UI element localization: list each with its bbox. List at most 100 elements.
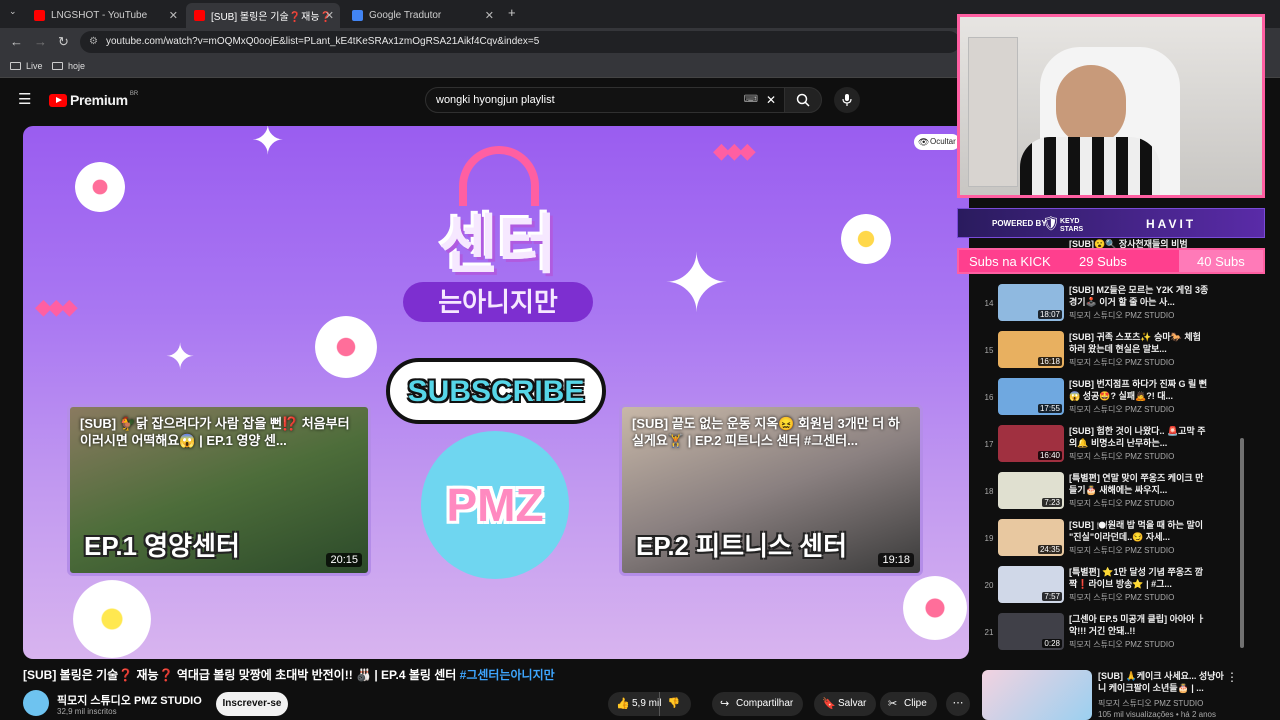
playlist-item-channel: 픽모지 스튜디오 PMZ STUDIO bbox=[1069, 452, 1175, 461]
close-tab-icon[interactable]: ✕ bbox=[485, 9, 494, 22]
share-button[interactable]: ↪ Compartilhar bbox=[712, 692, 804, 716]
playlist-item-title: [SUB] 험한 것이 나왔다.. 🚨고막 주의🔔 비명소리 난무하는... bbox=[1069, 426, 1206, 448]
microphone-icon bbox=[842, 94, 852, 106]
video-hashtag[interactable]: #그센터는아니지만 bbox=[460, 668, 555, 682]
channel-avatar[interactable] bbox=[23, 690, 49, 716]
webcam-shirt bbox=[1020, 137, 1160, 195]
save-button[interactable]: 🔖 Salvar bbox=[814, 692, 877, 716]
dislike-icon[interactable]: 👎 bbox=[659, 692, 687, 716]
playlist-thumbnail[interactable]: 16:40 bbox=[998, 425, 1064, 462]
folder-icon bbox=[10, 62, 21, 70]
url-field[interactable]: ⚙ youtube.com/watch?v=mOQMxQ0oojE&list=P… bbox=[80, 31, 960, 53]
playlist-item-channel: 픽모지 스튜디오 PMZ STUDIO bbox=[1069, 405, 1175, 414]
playlist-item-channel: 픽모지 스튜디오 PMZ STUDIO bbox=[1069, 311, 1175, 320]
like-button[interactable]: 👍 5,9 mil 👎 bbox=[608, 692, 692, 716]
playlist-scrollbar[interactable] bbox=[1240, 438, 1244, 648]
recommended-thumbnail[interactable] bbox=[982, 670, 1092, 720]
video-title-text: [SUB] 볼링은 기술❓ 재능❓ 역대급 볼링 맞짱에 초대박 반전이!! 🎳… bbox=[23, 668, 457, 682]
playlist-item-channel: 픽모지 스튜디오 PMZ STUDIO bbox=[1069, 546, 1175, 555]
subscribe-end-text: SUBSCRIBE bbox=[407, 375, 585, 408]
show-logo: 센터 는아니지만 bbox=[393, 146, 603, 346]
playlist-item[interactable]: 20 7:57 [특별편] ⭐1만 달성 기념 쭈옹즈 깜짝❗라이브 방송⭐ | #… bbox=[982, 566, 1240, 610]
bookmark-hoje[interactable]: hoje bbox=[52, 61, 85, 71]
sparkle-icon: ✦ bbox=[165, 336, 196, 377]
playlist-thumbnail[interactable]: 16:18 bbox=[998, 331, 1064, 368]
menu-icon[interactable]: ☰ bbox=[18, 90, 31, 108]
video-player[interactable]: ✦ ✦ ✦ ◆◆◆ ◆◆◆ 센터 는아니지만 SUBSCRIBE PMZ [SU… bbox=[23, 126, 969, 659]
keyboard-icon[interactable]: ⌨ bbox=[744, 88, 758, 112]
playlist-thumbnail[interactable]: 7:23 bbox=[998, 472, 1064, 509]
playlist-item[interactable]: 15 16:18 [SUB] 귀족 스포츠✨ 승마🐎 체험하러 왔는데 현실은 말보… bbox=[982, 331, 1240, 375]
clear-search-icon[interactable]: ✕ bbox=[766, 88, 776, 112]
translate-favicon-icon bbox=[352, 10, 363, 21]
playlist-index: 15 bbox=[984, 346, 994, 355]
end-card-episode: EP.1 영양센터 bbox=[84, 531, 240, 561]
forward-icon[interactable]: → bbox=[34, 34, 47, 49]
playlist-duration: 7:23 bbox=[1042, 498, 1062, 507]
site-info-icon[interactable]: ⚙ bbox=[89, 31, 98, 53]
flower-decoration-icon bbox=[73, 580, 151, 658]
kick-subs-goal-bar: Subs na KICK 29 Subs 40 Subs bbox=[957, 248, 1265, 274]
reload-icon[interactable]: ↻ bbox=[58, 34, 69, 50]
playlist-duration: 16:18 bbox=[1037, 357, 1062, 366]
webcam-overlay bbox=[957, 14, 1265, 198]
more-vert-icon[interactable]: ⋮ bbox=[1226, 670, 1238, 684]
back-icon[interactable]: ← bbox=[10, 34, 23, 49]
folder-icon bbox=[52, 62, 63, 70]
tab-current-video[interactable]: [SUB] 볼링은 기술❓재능❓역대 ✕ bbox=[186, 3, 340, 28]
playlist-item[interactable]: 16 17:55 [SUB] 번지점프 하다가 진짜 G 릴 뻔😱 성공🤩? 실패🙇… bbox=[982, 378, 1240, 422]
channel-end-avatar[interactable]: PMZ bbox=[421, 431, 569, 579]
playlist-item-channel: 픽모지 스튜디오 PMZ STUDIO bbox=[1069, 499, 1175, 508]
playlist-thumbnail[interactable]: 18:07 bbox=[998, 284, 1064, 321]
youtube-header: ☰ Premium BR wongki hyongjun playlist ⌨ … bbox=[0, 80, 960, 120]
tab-label: [SUB] 볼링은 기술❓재능❓역대 bbox=[211, 12, 329, 23]
more-icon: ⋯ bbox=[952, 697, 964, 709]
clip-button[interactable]: ✂ Clipe bbox=[880, 692, 937, 716]
like-count: 5,9 mil bbox=[632, 698, 662, 709]
flower-decoration-icon bbox=[75, 162, 125, 212]
hide-end-screen-button[interactable]: 👁 Ocultar bbox=[914, 134, 960, 150]
channel-name[interactable]: 픽모지 스튜디오 PMZ STUDIO bbox=[57, 692, 202, 708]
playlist-thumbnail[interactable]: 24:35 bbox=[998, 519, 1064, 556]
subscribe-button[interactable]: Inscrever-se bbox=[216, 692, 288, 716]
tab-google-tradutor[interactable]: Google Tradutor ✕ bbox=[344, 3, 500, 28]
playlist-item[interactable]: 17 16:40 [SUB] 험한 것이 나왔다.. 🚨고막 주의🔔 비명소리 난무… bbox=[982, 425, 1240, 469]
share-icon: ↪ bbox=[720, 698, 730, 710]
youtube-logo[interactable]: Premium BR bbox=[49, 91, 138, 108]
tab-search-icon[interactable]: ⌄ bbox=[9, 6, 17, 17]
playlist-thumbnail[interactable]: 7:57 bbox=[998, 566, 1064, 603]
search-button[interactable] bbox=[784, 87, 822, 113]
voice-search-button[interactable] bbox=[834, 87, 860, 113]
playlist-thumbnail[interactable]: 0:28 bbox=[998, 613, 1064, 650]
hide-label: Ocultar bbox=[930, 137, 956, 146]
end-card-episode: EP.2 피트니스 센터 bbox=[636, 531, 847, 561]
sponsor-keyd: KEYD STARS bbox=[1060, 218, 1084, 233]
playlist-thumbnail[interactable]: 17:55 bbox=[998, 378, 1064, 415]
playlist-item[interactable]: 14 18:07 [SUB] MZ들은 모르는 Y2K 게임 3종 경기🕹️ 이거 … bbox=[982, 284, 1240, 328]
bookmark-live[interactable]: Live bbox=[10, 61, 43, 71]
playlist-index: 17 bbox=[984, 440, 994, 449]
close-tab-icon[interactable]: ✕ bbox=[169, 9, 178, 22]
playlist-item[interactable]: 18 7:23 [특별편] 연말 맞이 쭈옹즈 케이크 만들기🎂 새해에는 싸우지.… bbox=[982, 472, 1240, 516]
close-tab-icon[interactable]: ✕ bbox=[325, 9, 334, 22]
recommended-video[interactable]: [SUB] 🙏케이크 사세요... 성냥아니 케이크팔이 소년들🎂 | ... … bbox=[982, 670, 1240, 720]
end-screen-video-2[interactable]: [SUB] 끝도 없는 운동 지옥😖 회원님 3개만 더 하실게요🏋️ | EP… bbox=[619, 404, 923, 576]
clip-label: Clipe bbox=[904, 698, 927, 709]
playlist-item[interactable]: 21 0:28 [그센아 EP.5 미공개 클립] 아아아 ㅏ악!!! 거긴 안돼.… bbox=[982, 613, 1240, 657]
diamond-decoration-icon: ◆◆◆ bbox=[713, 138, 756, 163]
tab-lngshot[interactable]: LNGSHOT - YouTube ✕ bbox=[26, 3, 184, 28]
playlist-duration: 16:40 bbox=[1037, 451, 1062, 460]
playlist-item[interactable]: 19 24:35 [SUB] 🍽️원래 밥 먹을 때 하는 말이 "진실"이라던데.… bbox=[982, 519, 1240, 563]
playlist-item-channel: 픽모지 스튜디오 PMZ STUDIO bbox=[1069, 593, 1175, 602]
new-tab-icon[interactable]: + bbox=[508, 5, 516, 20]
end-screen-video-1[interactable]: [SUB] 🐓닭 잡으려다가 사람 잡을 뻔⁉️ 처음부터 이러시면 어떡해요😱… bbox=[67, 404, 371, 576]
video-title: [SUB] 볼링은 기술❓ 재능❓ 역대급 볼링 맞짱에 초대박 반전이!! 🎳… bbox=[23, 666, 555, 683]
subscribe-end-button[interactable]: SUBSCRIBE bbox=[386, 358, 606, 424]
youtube-play-icon bbox=[49, 93, 67, 107]
flower-decoration-icon bbox=[841, 214, 891, 264]
search-input[interactable]: wongki hyongjun playlist ⌨ ✕ bbox=[425, 87, 785, 113]
end-card-duration: 19:18 bbox=[878, 553, 914, 567]
recommended-title: [SUB] 🙏케이크 사세요... 성냥아니 케이크팔이 소년들🎂 | ... bbox=[1098, 671, 1224, 693]
eye-off-icon: 👁 bbox=[918, 137, 930, 147]
more-actions-button[interactable]: ⋯ bbox=[946, 692, 970, 716]
